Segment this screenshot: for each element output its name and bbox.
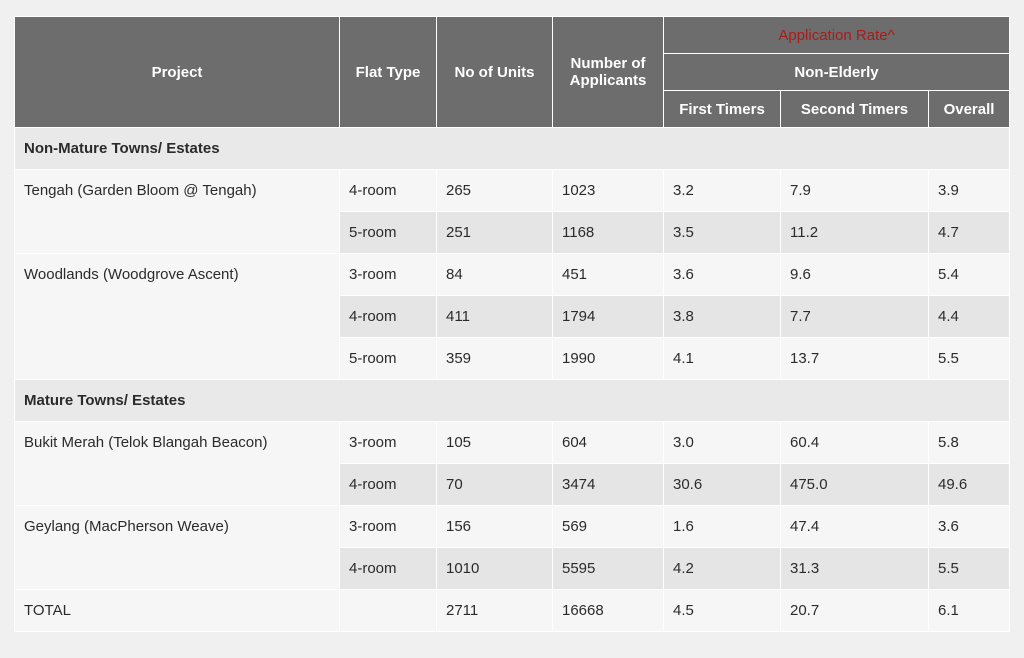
table-row: Tengah (Garden Bloom @ Tengah) 4-room 26… (14, 169, 1010, 254)
second-timers-cell: 7.9 (780, 169, 929, 212)
applicants-cell: 569 (552, 505, 664, 548)
applicants-cell: 1168 (552, 211, 664, 254)
first-timers-cell: 3.5 (663, 211, 781, 254)
units-cell: 70 (436, 463, 553, 506)
second-timers-cell: 11.2 (780, 211, 929, 254)
section-row: Mature Towns/ Estates (14, 379, 1010, 422)
second-timers-cell: 9.6 (780, 253, 929, 296)
header-non-elderly: Non-Elderly (663, 53, 1010, 91)
flat-type-cell: 5-room (339, 337, 437, 380)
units-cell: 251 (436, 211, 553, 254)
flat-type-cell: 3-room (339, 505, 437, 548)
units-cell: 359 (436, 337, 553, 380)
flat-type-cell: 3-room (339, 421, 437, 464)
flat-type-cell: 4-room (339, 547, 437, 590)
overall-cell: 5.5 (928, 337, 1010, 380)
applicants-cell: 5595 (552, 547, 664, 590)
applicants-cell: 1023 (552, 169, 664, 212)
total-units: 2711 (436, 589, 553, 632)
section-title: Mature Towns/ Estates (14, 379, 1010, 422)
units-cell: 156 (436, 505, 553, 548)
first-timers-cell: 4.2 (663, 547, 781, 590)
overall-cell: 3.9 (928, 169, 1010, 212)
header-flat-type: Flat Type (339, 16, 437, 128)
header-no-of-units: No of Units (436, 16, 553, 128)
total-overall: 6.1 (928, 589, 1010, 632)
second-timers-cell: 7.7 (780, 295, 929, 338)
first-timers-cell: 1.6 (663, 505, 781, 548)
table-row: Woodlands (Woodgrove Ascent) 3-room 84 4… (14, 253, 1010, 380)
table-body: Non-Mature Towns/ Estates Tengah (Garden… (14, 127, 1010, 632)
applicants-cell: 1990 (552, 337, 664, 380)
header-applicants-line1: Number of (570, 55, 646, 72)
second-timers-cell: 31.3 (780, 547, 929, 590)
total-applicants: 16668 (552, 589, 664, 632)
first-timers-cell: 4.1 (663, 337, 781, 380)
header-number-of-applicants: Number of Applicants (552, 16, 664, 128)
header-application-rate: Application Rate^ (663, 16, 1010, 54)
second-timers-cell: 475.0 (780, 463, 929, 506)
first-timers-cell: 3.6 (663, 253, 781, 296)
total-first-timers: 4.5 (663, 589, 781, 632)
overall-cell: 4.4 (928, 295, 1010, 338)
header-project: Project (14, 16, 340, 128)
first-timers-cell: 30.6 (663, 463, 781, 506)
second-timers-cell: 47.4 (780, 505, 929, 548)
overall-cell: 4.7 (928, 211, 1010, 254)
header-overall: Overall (928, 90, 1010, 128)
project-name: Geylang (MacPherson Weave) (14, 505, 340, 590)
total-row: TOTAL 2711 16668 4.5 20.7 6.1 (14, 589, 1010, 632)
overall-cell: 49.6 (928, 463, 1010, 506)
flat-type-cell: 4-room (339, 295, 437, 338)
overall-cell: 5.4 (928, 253, 1010, 296)
flat-type-cell: 5-room (339, 211, 437, 254)
first-timers-cell: 3.0 (663, 421, 781, 464)
table-row: Geylang (MacPherson Weave) 3-room 156 56… (14, 505, 1010, 590)
overall-cell: 5.8 (928, 421, 1010, 464)
units-cell: 84 (436, 253, 553, 296)
application-rate-table: Project Flat Type No of Units Number of … (14, 16, 1010, 632)
units-cell: 105 (436, 421, 553, 464)
total-second-timers: 20.7 (780, 589, 929, 632)
second-timers-cell: 13.7 (780, 337, 929, 380)
table-row: Bukit Merah (Telok Blangah Beacon) 3-roo… (14, 421, 1010, 506)
header-first-timers: First Timers (663, 90, 781, 128)
units-cell: 265 (436, 169, 553, 212)
overall-cell: 5.5 (928, 547, 1010, 590)
applicants-cell: 3474 (552, 463, 664, 506)
project-name: Woodlands (Woodgrove Ascent) (14, 253, 340, 380)
section-title: Non-Mature Towns/ Estates (14, 127, 1010, 170)
units-cell: 411 (436, 295, 553, 338)
header-second-timers: Second Timers (780, 90, 929, 128)
section-row: Non-Mature Towns/ Estates (14, 127, 1010, 170)
units-cell: 1010 (436, 547, 553, 590)
table-header: Project Flat Type No of Units Number of … (14, 16, 1010, 128)
second-timers-cell: 60.4 (780, 421, 929, 464)
flat-type-cell: 4-room (339, 463, 437, 506)
applicants-cell: 451 (552, 253, 664, 296)
flat-type-cell: 4-room (339, 169, 437, 212)
overall-cell: 3.6 (928, 505, 1010, 548)
first-timers-cell: 3.2 (663, 169, 781, 212)
first-timers-cell: 3.8 (663, 295, 781, 338)
applicants-cell: 1794 (552, 295, 664, 338)
flat-type-cell: 3-room (339, 253, 437, 296)
project-name: Bukit Merah (Telok Blangah Beacon) (14, 421, 340, 506)
project-name: Tengah (Garden Bloom @ Tengah) (14, 169, 340, 254)
total-flat-type-empty (339, 589, 437, 632)
total-label: TOTAL (14, 589, 340, 632)
applicants-cell: 604 (552, 421, 664, 464)
header-applicants-line2: Applicants (569, 72, 647, 89)
